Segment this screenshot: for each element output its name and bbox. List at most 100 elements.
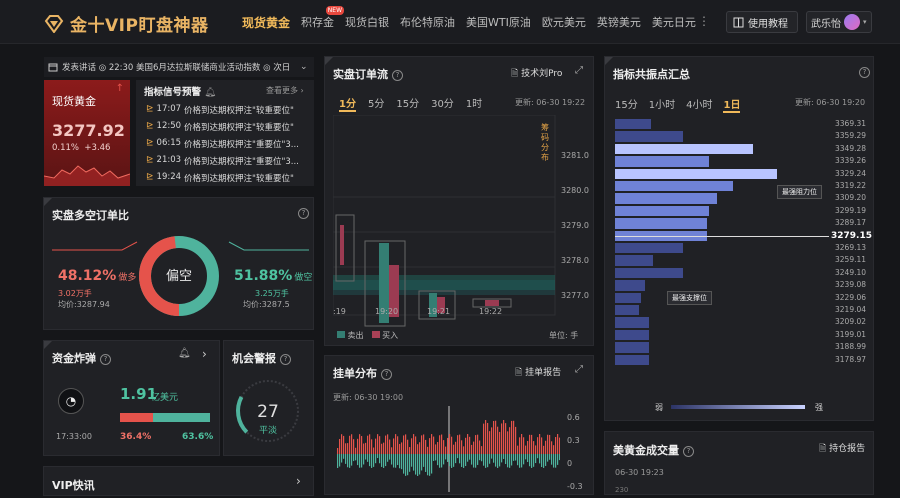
depth-bar-ask [375,438,377,454]
order-report-link[interactable]: 🗎︎ 挂单报告 [515,365,561,381]
signal-row[interactable]: ⊵ 06:15 价格到达期权押注"重要位"3... [146,138,311,150]
long-avg-value: 3287.94 [76,300,110,309]
user-menu[interactable]: 武乐怡 ▾ [806,11,872,33]
nav-item-gbpusd[interactable]: 英镑美元 [597,14,641,31]
signal-more-link[interactable]: 查看更多 › [266,85,304,96]
tab-5m[interactable]: 5分 [368,95,384,112]
resonance-bar[interactable] [615,255,654,266]
resonance-bar[interactable] [615,317,650,328]
resonance-bar[interactable] [615,181,733,192]
signal-row[interactable]: ⊵ 12:50 价格到达期权押注"较重要位" [146,121,311,133]
resonance-bar[interactable] [615,305,639,316]
tab-1d[interactable]: 1日 [723,96,741,113]
chevron-down-icon[interactable]: ⌄ [300,62,308,72]
bell-icon[interactable]: 🔔︎ [178,348,191,359]
depth-bar-bid [367,454,369,462]
resonance-bar[interactable] [615,193,718,204]
help-icon[interactable]: ? [298,208,309,219]
depth-bar-bid [407,454,409,476]
resonance-bar[interactable] [615,354,650,365]
chevron-right-icon[interactable]: › [202,347,207,361]
nav-item-spot-gold[interactable]: 现货黄金 [242,14,290,31]
resonance-bar[interactable] [615,280,645,291]
author-link[interactable]: 🗎︎ 技术刘Pro [511,66,562,82]
help-icon[interactable]: ? [392,70,403,81]
resonance-bar[interactable] [615,143,754,155]
depth-bar-ask [429,438,431,454]
tutorial-button[interactable]: 使用教程 [726,11,798,33]
signal-more-label: 查看更多 [266,86,298,95]
flow-timeframe-tabs: 1分 5分 15分 30分 1时 [339,95,482,112]
resonance-bar[interactable] [615,205,709,217]
tab-15m[interactable]: 15分 [396,95,419,112]
resonance-bar[interactable] [615,168,777,179]
signal-row[interactable]: ⊵ 17:07 价格到达期权押注"较重要位" [146,104,311,116]
position-report-link[interactable]: 🗎︎ 持仓报告 [819,441,865,457]
signal-time: 21:03 [156,155,182,165]
depth-bar-ask [377,434,379,454]
more-icon[interactable]: ⋮ [698,14,710,28]
depth-bar-ask [427,446,429,454]
resonance-bar[interactable] [615,342,650,353]
flow-y-axis: 3281.0 3280.0 3279.0 3278.0 3277.0 [561,138,589,313]
help-icon[interactable]: ? [683,446,694,457]
depth-bar-ask [505,423,507,454]
depth-bar-ask [349,435,351,454]
depth-bar-ask [477,434,479,454]
panel-title: 美黄金成交量? [613,442,694,458]
depth-bar-bid [507,454,509,468]
chevron-right-icon[interactable]: › [296,474,301,488]
signal-row[interactable]: ⊵ 21:03 价格到达期权押注"重要位"3... [146,155,311,167]
depth-bar-bid [461,454,463,467]
panel-title: 挂单分布? [333,365,392,381]
expand-icon[interactable]: ⤢ [575,364,583,375]
help-icon[interactable]: ? [859,67,870,78]
expand-icon[interactable]: ⤢ [575,65,583,76]
depth-bar-bid [505,454,507,465]
nav-item-eurusd[interactable]: 欧元美元 [542,14,586,31]
help-icon[interactable]: ? [280,354,291,365]
nav-item-spot-silver[interactable]: 现货白银 [345,14,389,31]
depth-bar-bid [431,454,433,474]
resonance-bar[interactable] [615,292,641,303]
depth-bar-bid [433,454,435,461]
flow-candle-body [485,300,499,306]
spot-gold-card[interactable]: 现货黄金 ↑ 3277.92 0.11% +3.46 [44,80,130,186]
signal-text: 价格到达期权押注"重要位"3... [184,157,299,167]
vip-news-panel[interactable]: VIP快讯 › [43,466,314,496]
nav-item-usdjpy[interactable]: 美元日元 [652,14,696,31]
resonance-bar[interactable] [615,218,708,229]
depth-bar-ask [531,434,533,454]
calendar-ticker[interactable]: 发表讲话 ◎ 22:30 美国6月达拉斯联储商业活动指数 ◎ 次日 [44,57,314,77]
nav-item-label: 积存金 [301,16,335,29]
signal-row[interactable]: ⊵ 19:24 价格到达期权押注"较重要位" [146,172,311,184]
resonance-bar[interactable] [615,329,650,341]
tab-15m[interactable]: 15分 [615,96,638,113]
depth-bar-ask [359,434,361,454]
help-icon[interactable]: ? [100,354,111,365]
tab-30m[interactable]: 30分 [431,95,454,112]
resonance-bar[interactable] [615,131,684,142]
depth-bar-bid [527,454,529,463]
resonance-bar[interactable] [615,267,684,279]
tab-1m[interactable]: 1分 [339,95,356,112]
tab-1h[interactable]: 1时 [466,95,482,112]
tab-4h[interactable]: 4小时 [686,96,712,113]
fund-green-pct: 63.6% [182,432,214,442]
nav-item-wti[interactable]: 美国WTI原油 [466,14,531,31]
resonance-bar[interactable] [615,119,651,130]
resonance-bar[interactable] [615,243,684,254]
bell-icon[interactable]: 🔔︎ [204,87,216,98]
depth-bar-ask [413,434,415,454]
nav-item-brent[interactable]: 布伦特原油 [400,14,455,31]
depth-bar-ask [479,440,481,454]
depth-bar-ask [541,437,543,454]
app-logo[interactable]: 金十VIP盯盘神器 [44,11,208,36]
signal-text: 价格到达期权押注"较重要位" [184,106,294,116]
depth-bar-ask [527,440,529,454]
depth-bar-ask [405,434,407,454]
resonance-bar[interactable] [615,156,709,167]
nav-item-accumulation-gold[interactable]: 积存金 NEW [301,6,345,31]
tab-1h[interactable]: 1小时 [649,96,675,113]
help-icon[interactable]: ? [381,369,392,380]
